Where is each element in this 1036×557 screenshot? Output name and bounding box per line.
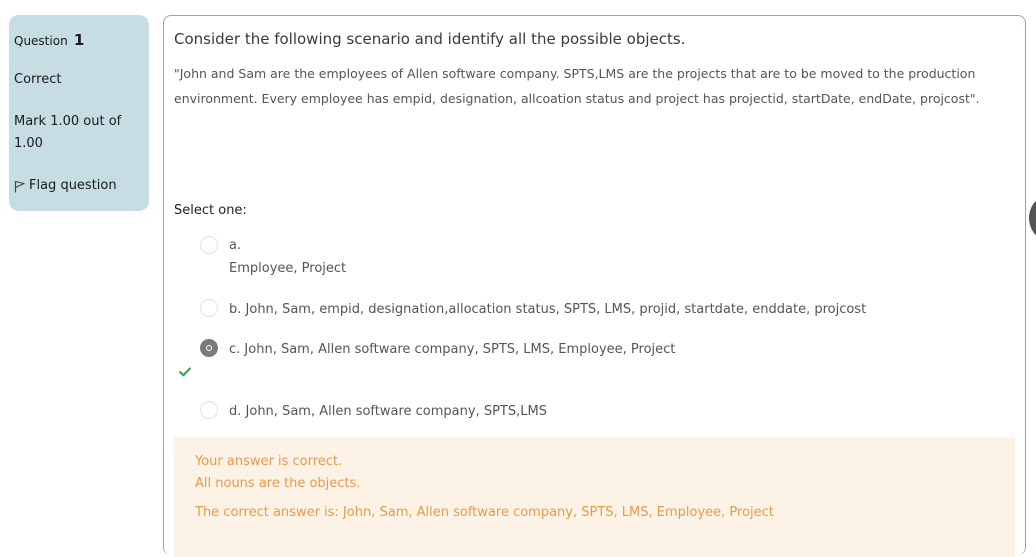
question-info-panel: Question 1 Correct Mark 1.00 out of 1.00… [9, 15, 149, 211]
option-a-label[interactable]: Employee, Project [229, 261, 346, 276]
option-a-letter[interactable]: a. [229, 238, 241, 253]
select-one-label: Select one: [174, 203, 247, 218]
flag-icon [14, 180, 25, 193]
option-a-radio[interactable] [200, 236, 218, 254]
option-b-text: John, Sam, empid, designation,allocation… [245, 302, 867, 317]
feedback-box: Your answer is correct. All nouns are th… [174, 437, 1015, 557]
question-content: Consider the following scenario and iden… [163, 15, 1026, 557]
feedback-correct-message: Your answer is correct. [195, 454, 343, 469]
option-d-text: John, Sam, Allen software company, SPTS,… [245, 404, 547, 419]
question-label: Question [14, 34, 68, 48]
question-state: Correct [14, 72, 62, 87]
floating-action-button[interactable] [1029, 193, 1036, 243]
option-b-label[interactable]: b. John, Sam, empid, designation,allocat… [229, 302, 866, 317]
option-c-letter: c. [229, 342, 241, 357]
flag-question-label: Flag question [29, 177, 117, 193]
flag-question-link[interactable]: Flag question [14, 177, 117, 193]
option-c-label[interactable]: c. John, Sam, Allen software company, SP… [229, 342, 675, 357]
feedback-correct-answer: The correct answer is: John, Sam, Allen … [195, 505, 774, 520]
question-prompt: Consider the following scenario and iden… [174, 30, 686, 48]
option-b-radio[interactable] [200, 299, 218, 317]
question-number: Question 1 [14, 31, 143, 49]
option-d-letter: d. [229, 404, 242, 419]
check-icon [179, 367, 191, 377]
option-c-text: John, Sam, Allen software company, SPTS,… [244, 342, 676, 357]
question-number-value: 1 [73, 31, 85, 49]
option-d-label[interactable]: d. John, Sam, Allen software company, SP… [229, 404, 547, 419]
option-c-radio[interactable] [200, 339, 218, 357]
feedback-general-message: All nouns are the objects. [195, 476, 361, 491]
option-b-letter: b. [229, 302, 242, 317]
question-grade: Mark 1.00 out of 1.00 [14, 114, 122, 151]
option-d-radio[interactable] [200, 401, 218, 419]
question-scenario: "John and Sam are the employees of Allen… [174, 66, 980, 106]
